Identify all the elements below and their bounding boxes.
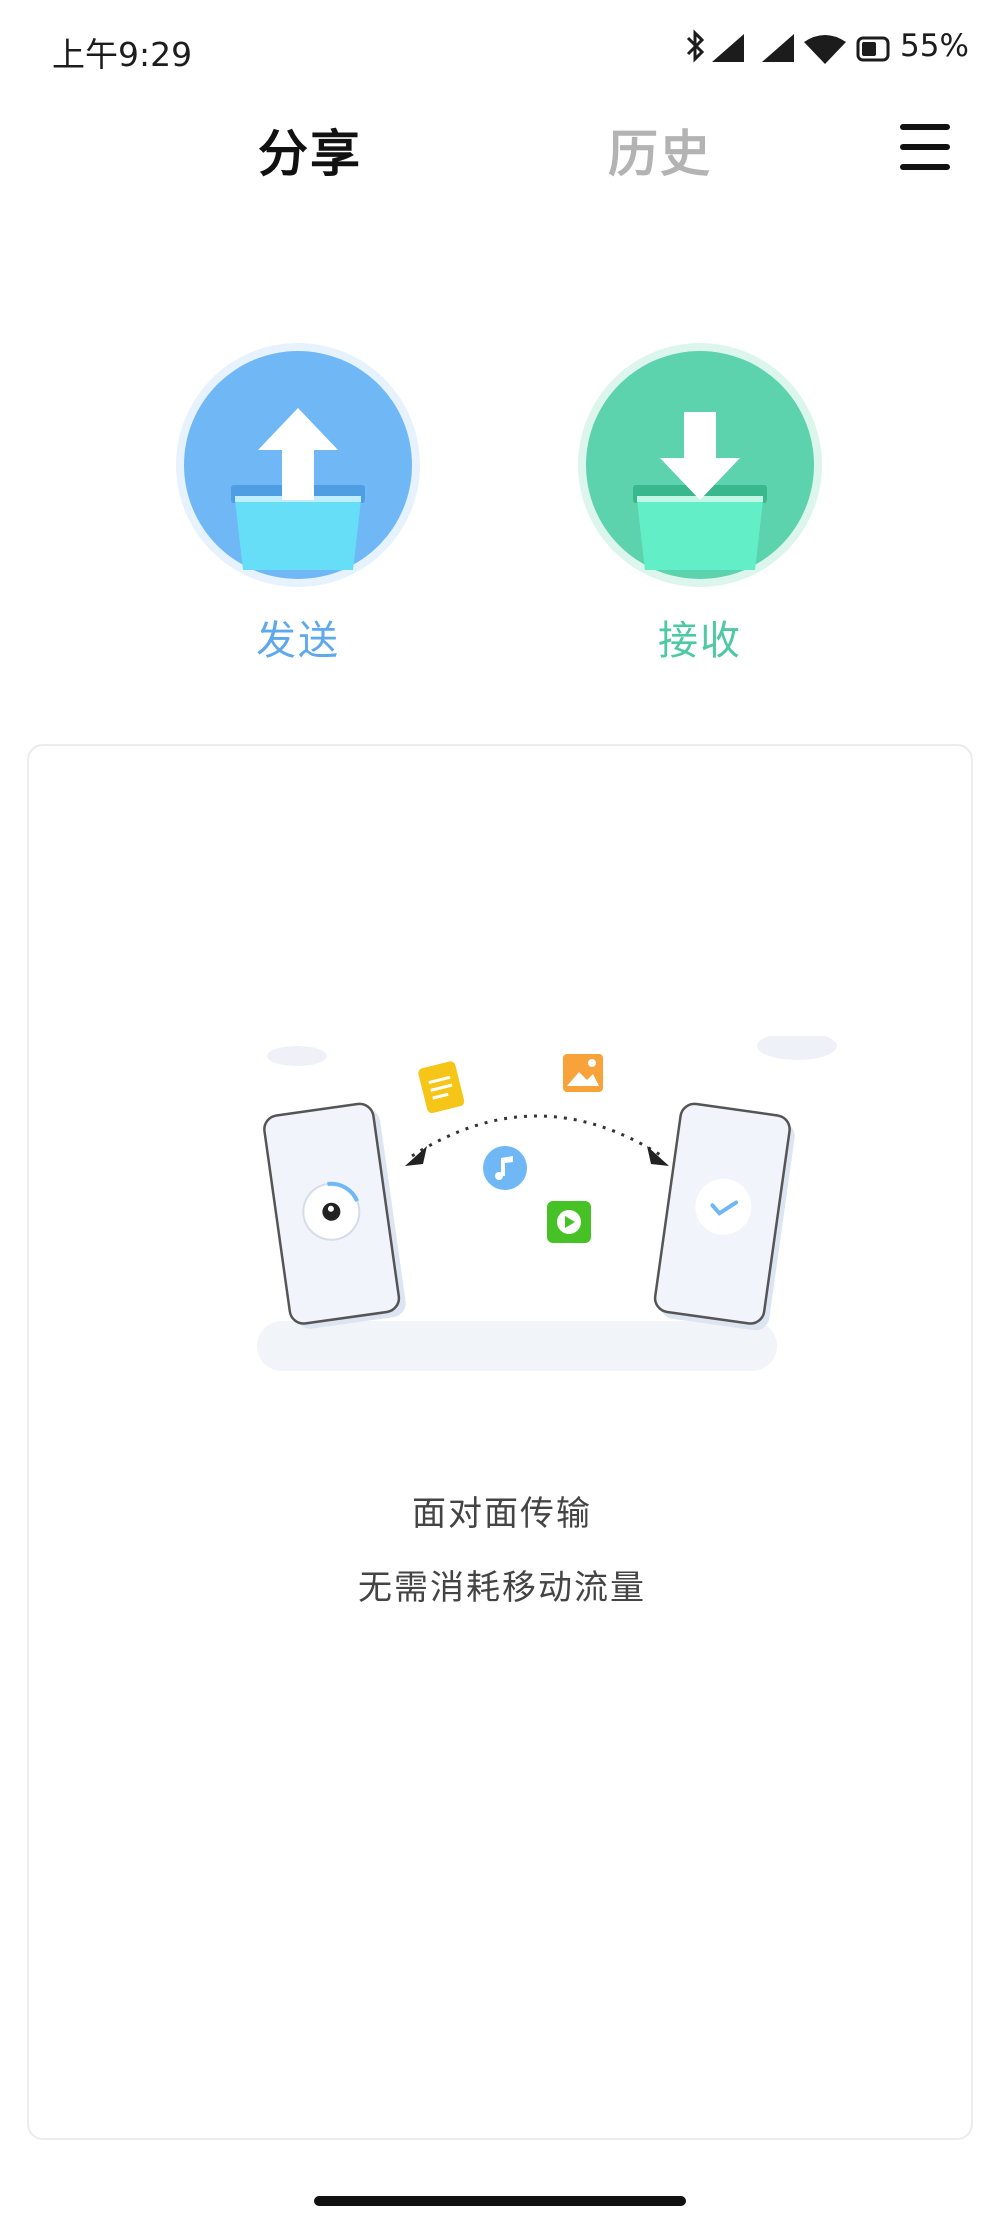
phone-icon xyxy=(263,1102,406,1329)
phone-icon xyxy=(653,1102,795,1331)
battery-icon xyxy=(856,36,890,62)
upload-folder-icon xyxy=(176,343,420,587)
image-icon xyxy=(563,1054,603,1092)
status-icons: 55% xyxy=(680,28,1000,72)
send-label: 发送 xyxy=(256,618,340,664)
music-icon xyxy=(483,1146,527,1190)
face-to-face-transfer-illustration xyxy=(257,1036,837,1371)
signal-icon xyxy=(762,34,794,62)
battery-percent: 55% xyxy=(900,28,969,64)
arrow-left-icon xyxy=(405,1146,427,1166)
wifi-icon xyxy=(804,35,846,64)
hamburger-menu-icon[interactable] xyxy=(896,118,958,178)
status-bar: 上午9:29 55% xyxy=(0,0,1000,100)
top-nav: 分享 历史 xyxy=(0,100,1000,210)
document-icon xyxy=(418,1061,465,1114)
home-indicator[interactable] xyxy=(314,2196,686,2206)
screen: 上午9:29 55% 分享 历史 发送 接收 面对面传输 无需消耗移动流量 xyxy=(0,0,1000,2222)
status-time: 上午9:29 xyxy=(52,35,193,74)
tab-history[interactable]: 历史 xyxy=(608,114,712,186)
info-card: 面对面传输 无需消耗移动流量 xyxy=(27,744,973,2140)
status-indicator-icons xyxy=(686,29,890,64)
arrow-right-icon xyxy=(647,1146,669,1166)
card-subtitle: 无需消耗移动流量 xyxy=(358,1568,646,1608)
video-icon xyxy=(547,1201,591,1243)
receive-label: 接收 xyxy=(658,618,742,664)
tab-share[interactable]: 分享 xyxy=(258,114,362,186)
download-folder-icon xyxy=(578,343,822,587)
signal-icon xyxy=(712,34,744,62)
card-title: 面对面传输 xyxy=(412,1494,592,1534)
bluetooth-icon xyxy=(686,29,705,63)
